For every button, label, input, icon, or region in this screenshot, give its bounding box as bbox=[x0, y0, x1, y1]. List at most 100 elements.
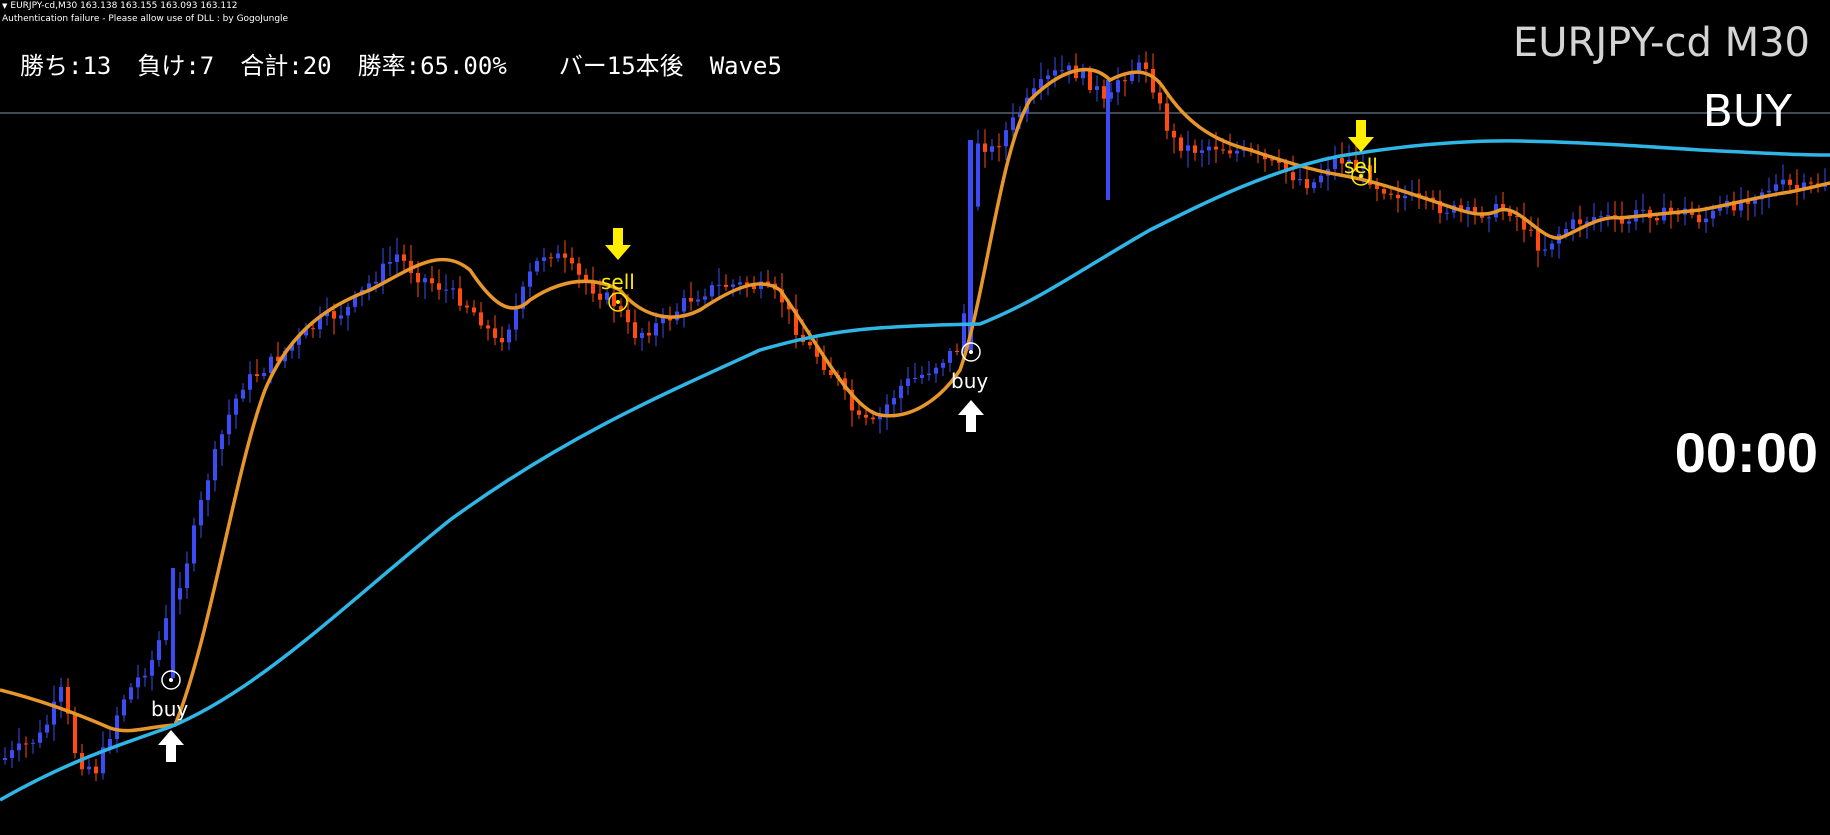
candle-body bbox=[73, 713, 77, 754]
candle-body bbox=[339, 315, 343, 319]
candle-body bbox=[1389, 193, 1393, 195]
candle-body bbox=[486, 325, 490, 329]
chart-info-line: ▼ EURJPY-cd,M30 163.138 163.155 163.093 1… bbox=[2, 1, 238, 12]
price-chart[interactable] bbox=[0, 0, 1830, 835]
candle-body bbox=[10, 750, 14, 758]
candle-body bbox=[906, 378, 910, 386]
candle-body bbox=[542, 257, 546, 261]
candle-body bbox=[430, 278, 434, 284]
candle-body bbox=[689, 297, 693, 302]
candle-body bbox=[206, 480, 210, 501]
candle-body bbox=[234, 398, 238, 415]
candle-body bbox=[591, 282, 595, 294]
candle-body bbox=[710, 285, 714, 297]
candle-body bbox=[654, 323, 658, 336]
candle-body bbox=[220, 434, 224, 450]
signal-marker-dot bbox=[169, 678, 173, 682]
candle-body bbox=[1053, 70, 1057, 76]
candle-body bbox=[598, 293, 602, 300]
candle-body bbox=[1305, 179, 1309, 189]
candle-body bbox=[311, 328, 315, 330]
candle-body bbox=[157, 640, 161, 660]
stat-wave: Wave5 bbox=[709, 52, 782, 80]
candle-body bbox=[507, 329, 511, 343]
candle-body bbox=[1235, 150, 1239, 154]
current-signal-label: BUY bbox=[1702, 86, 1792, 137]
candle-body bbox=[136, 677, 140, 688]
candle-body bbox=[178, 588, 182, 600]
candle-body bbox=[1333, 157, 1337, 170]
candle-body bbox=[199, 500, 203, 526]
candle-body bbox=[1158, 92, 1162, 104]
candle-body bbox=[570, 257, 574, 264]
candle-body bbox=[885, 404, 889, 415]
candle-body bbox=[122, 699, 126, 716]
candle-body bbox=[927, 373, 931, 375]
candle-body bbox=[1067, 65, 1071, 71]
candle-body bbox=[108, 738, 112, 748]
candle-body bbox=[1641, 209, 1645, 211]
auth-failure-message: Authentication failure - Please allow us… bbox=[2, 14, 289, 24]
candle-body bbox=[444, 289, 448, 291]
stats-panel: 勝ち:13 負け:7 合計:20 勝率:65.00% バー15本後 Wave5 bbox=[20, 46, 808, 81]
candle-body bbox=[913, 377, 917, 379]
candle-body bbox=[955, 350, 959, 352]
candle-body bbox=[213, 449, 217, 481]
candle-body bbox=[738, 282, 742, 285]
candle-body bbox=[1207, 146, 1211, 151]
candle-body bbox=[1186, 145, 1190, 151]
candle-body bbox=[1781, 179, 1785, 185]
candle-body bbox=[416, 273, 420, 283]
candle-body bbox=[1179, 137, 1183, 151]
candle-body bbox=[346, 306, 350, 316]
candle-body bbox=[1396, 194, 1400, 199]
candle-body bbox=[577, 263, 581, 275]
candle-body bbox=[388, 261, 392, 264]
candle-body bbox=[1106, 80, 1110, 200]
candle-body bbox=[17, 743, 21, 751]
candle-body bbox=[465, 305, 469, 308]
candle-body bbox=[1711, 210, 1715, 219]
candle-body bbox=[255, 374, 259, 376]
candle-body bbox=[1172, 130, 1176, 138]
candle-body bbox=[1543, 249, 1547, 251]
candle-body bbox=[1228, 150, 1232, 154]
candle-body bbox=[1088, 69, 1092, 90]
candle-body bbox=[185, 563, 189, 589]
candle-body bbox=[24, 743, 28, 745]
candle-body bbox=[703, 296, 707, 300]
candle-body bbox=[934, 367, 938, 374]
candle-body bbox=[1221, 149, 1225, 151]
candle-body bbox=[143, 675, 147, 678]
candle-body bbox=[871, 417, 875, 420]
candle-body bbox=[1095, 86, 1099, 90]
candle-body bbox=[647, 332, 651, 336]
candle-body bbox=[1578, 219, 1582, 224]
candle-body bbox=[1550, 243, 1554, 250]
candle-body bbox=[1767, 190, 1771, 193]
candle-body bbox=[493, 328, 497, 338]
candle-body bbox=[1697, 214, 1701, 223]
candle-body bbox=[115, 715, 119, 739]
candle-body bbox=[164, 618, 168, 641]
candle-body bbox=[1382, 189, 1386, 194]
candle-body bbox=[87, 766, 91, 770]
fast-ma-line bbox=[0, 67, 1830, 733]
candle-body bbox=[38, 732, 42, 743]
candle-body bbox=[1312, 182, 1316, 189]
candle-body bbox=[1655, 218, 1659, 221]
candle-body bbox=[528, 271, 532, 287]
candle-body bbox=[731, 284, 735, 287]
stat-winrate: 勝率:65.00% bbox=[357, 52, 507, 80]
candle-body bbox=[696, 299, 700, 302]
candle-body bbox=[1627, 221, 1631, 224]
candle-body bbox=[717, 284, 721, 286]
candle-body bbox=[1214, 146, 1218, 150]
collapse-triangle-icon[interactable]: ▼ bbox=[2, 1, 7, 12]
candle-body bbox=[1200, 150, 1204, 153]
candle-body bbox=[94, 766, 98, 774]
candle-body bbox=[1704, 218, 1708, 223]
candle-body bbox=[1473, 207, 1477, 213]
candle-body bbox=[1046, 75, 1050, 80]
candle-body bbox=[1788, 179, 1792, 185]
